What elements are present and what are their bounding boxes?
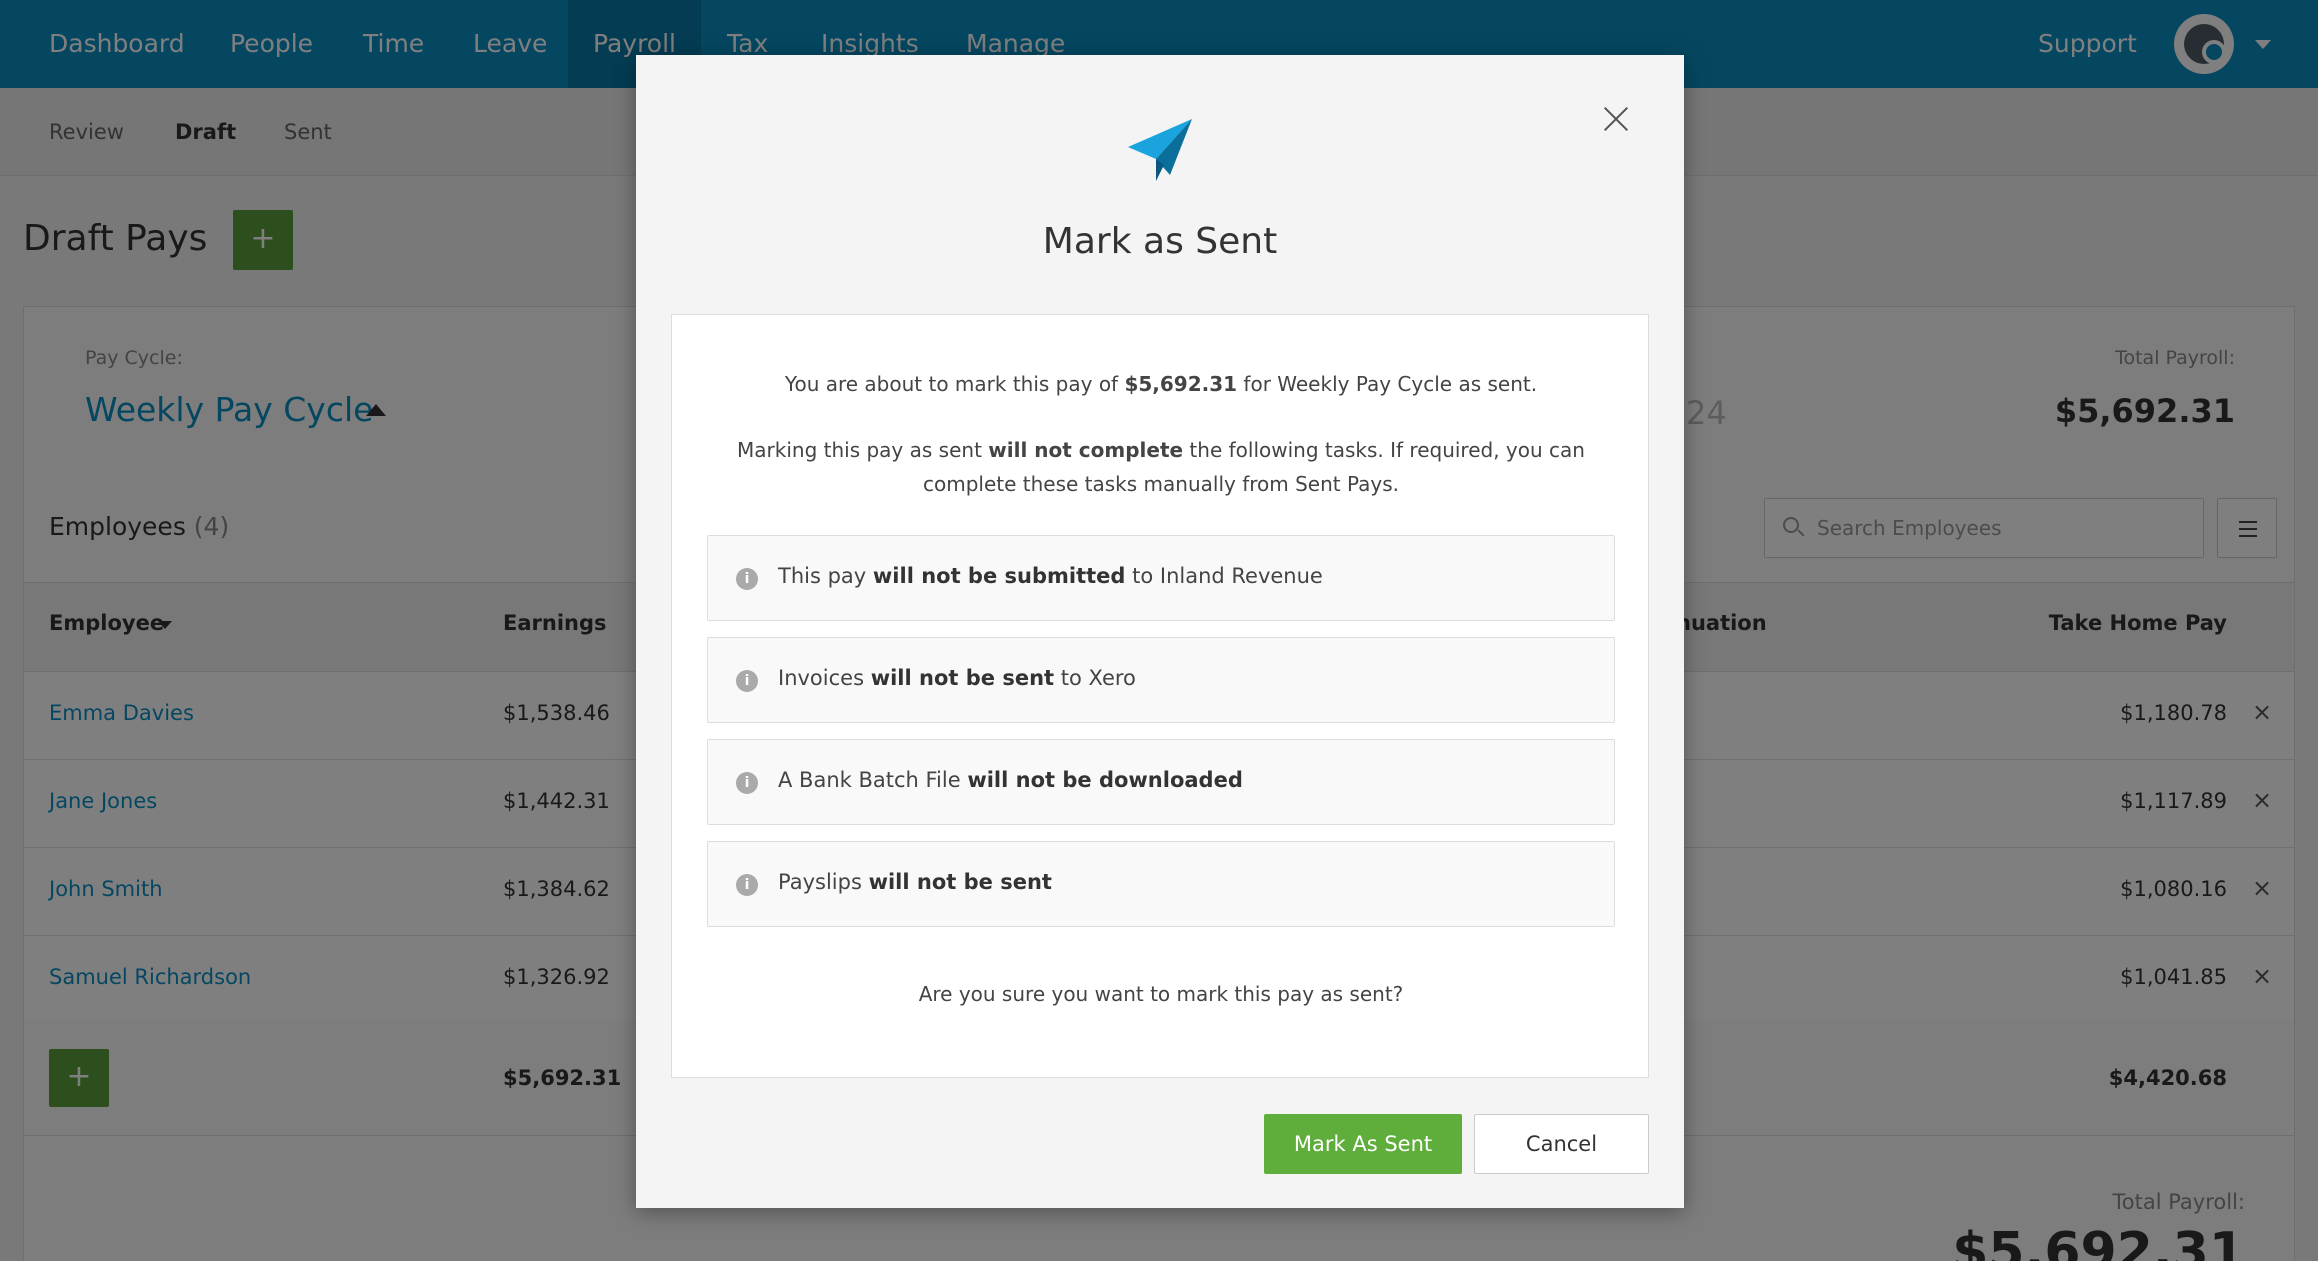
intro-text: You are about to mark this pay of $5,692… [784, 372, 1538, 396]
cancel-button[interactable]: Cancel [1474, 1114, 1649, 1174]
info-icon: i [736, 772, 758, 794]
dialog-title: Mark as Sent [1042, 221, 1278, 262]
info-icon: i [736, 874, 758, 896]
paper-plane-icon [1128, 119, 1192, 181]
confirmation-question: Are you sure you want to mark this pay a… [918, 982, 1404, 1006]
mark-as-sent-dialog: Mark as Sent You are about to mark this … [636, 55, 1684, 1208]
task-text: This pay will not be submitted to Inland… [778, 564, 1323, 588]
warning-text: Marking this pay as sent will not comple… [737, 438, 1585, 496]
task-item: i Invoices will not be sent to Xero [707, 637, 1615, 723]
task-item: i Payslips will not be sent [707, 841, 1615, 927]
task-text: Invoices will not be sent to Xero [778, 666, 1136, 690]
task-item: i This pay will not be submitted to Inla… [707, 535, 1615, 621]
dialog-body: You are about to mark this pay of $5,692… [671, 314, 1649, 1078]
task-text: Payslips will not be sent [778, 870, 1052, 894]
task-item: i A Bank Batch File will not be download… [707, 739, 1615, 825]
task-text: A Bank Batch File will not be downloaded [778, 768, 1243, 792]
info-icon: i [736, 670, 758, 692]
close-icon[interactable] [1602, 105, 1630, 133]
info-icon: i [736, 568, 758, 590]
intro-amount: $5,692.31 [1124, 372, 1238, 396]
mark-as-sent-button[interactable]: Mark As Sent [1264, 1114, 1462, 1174]
